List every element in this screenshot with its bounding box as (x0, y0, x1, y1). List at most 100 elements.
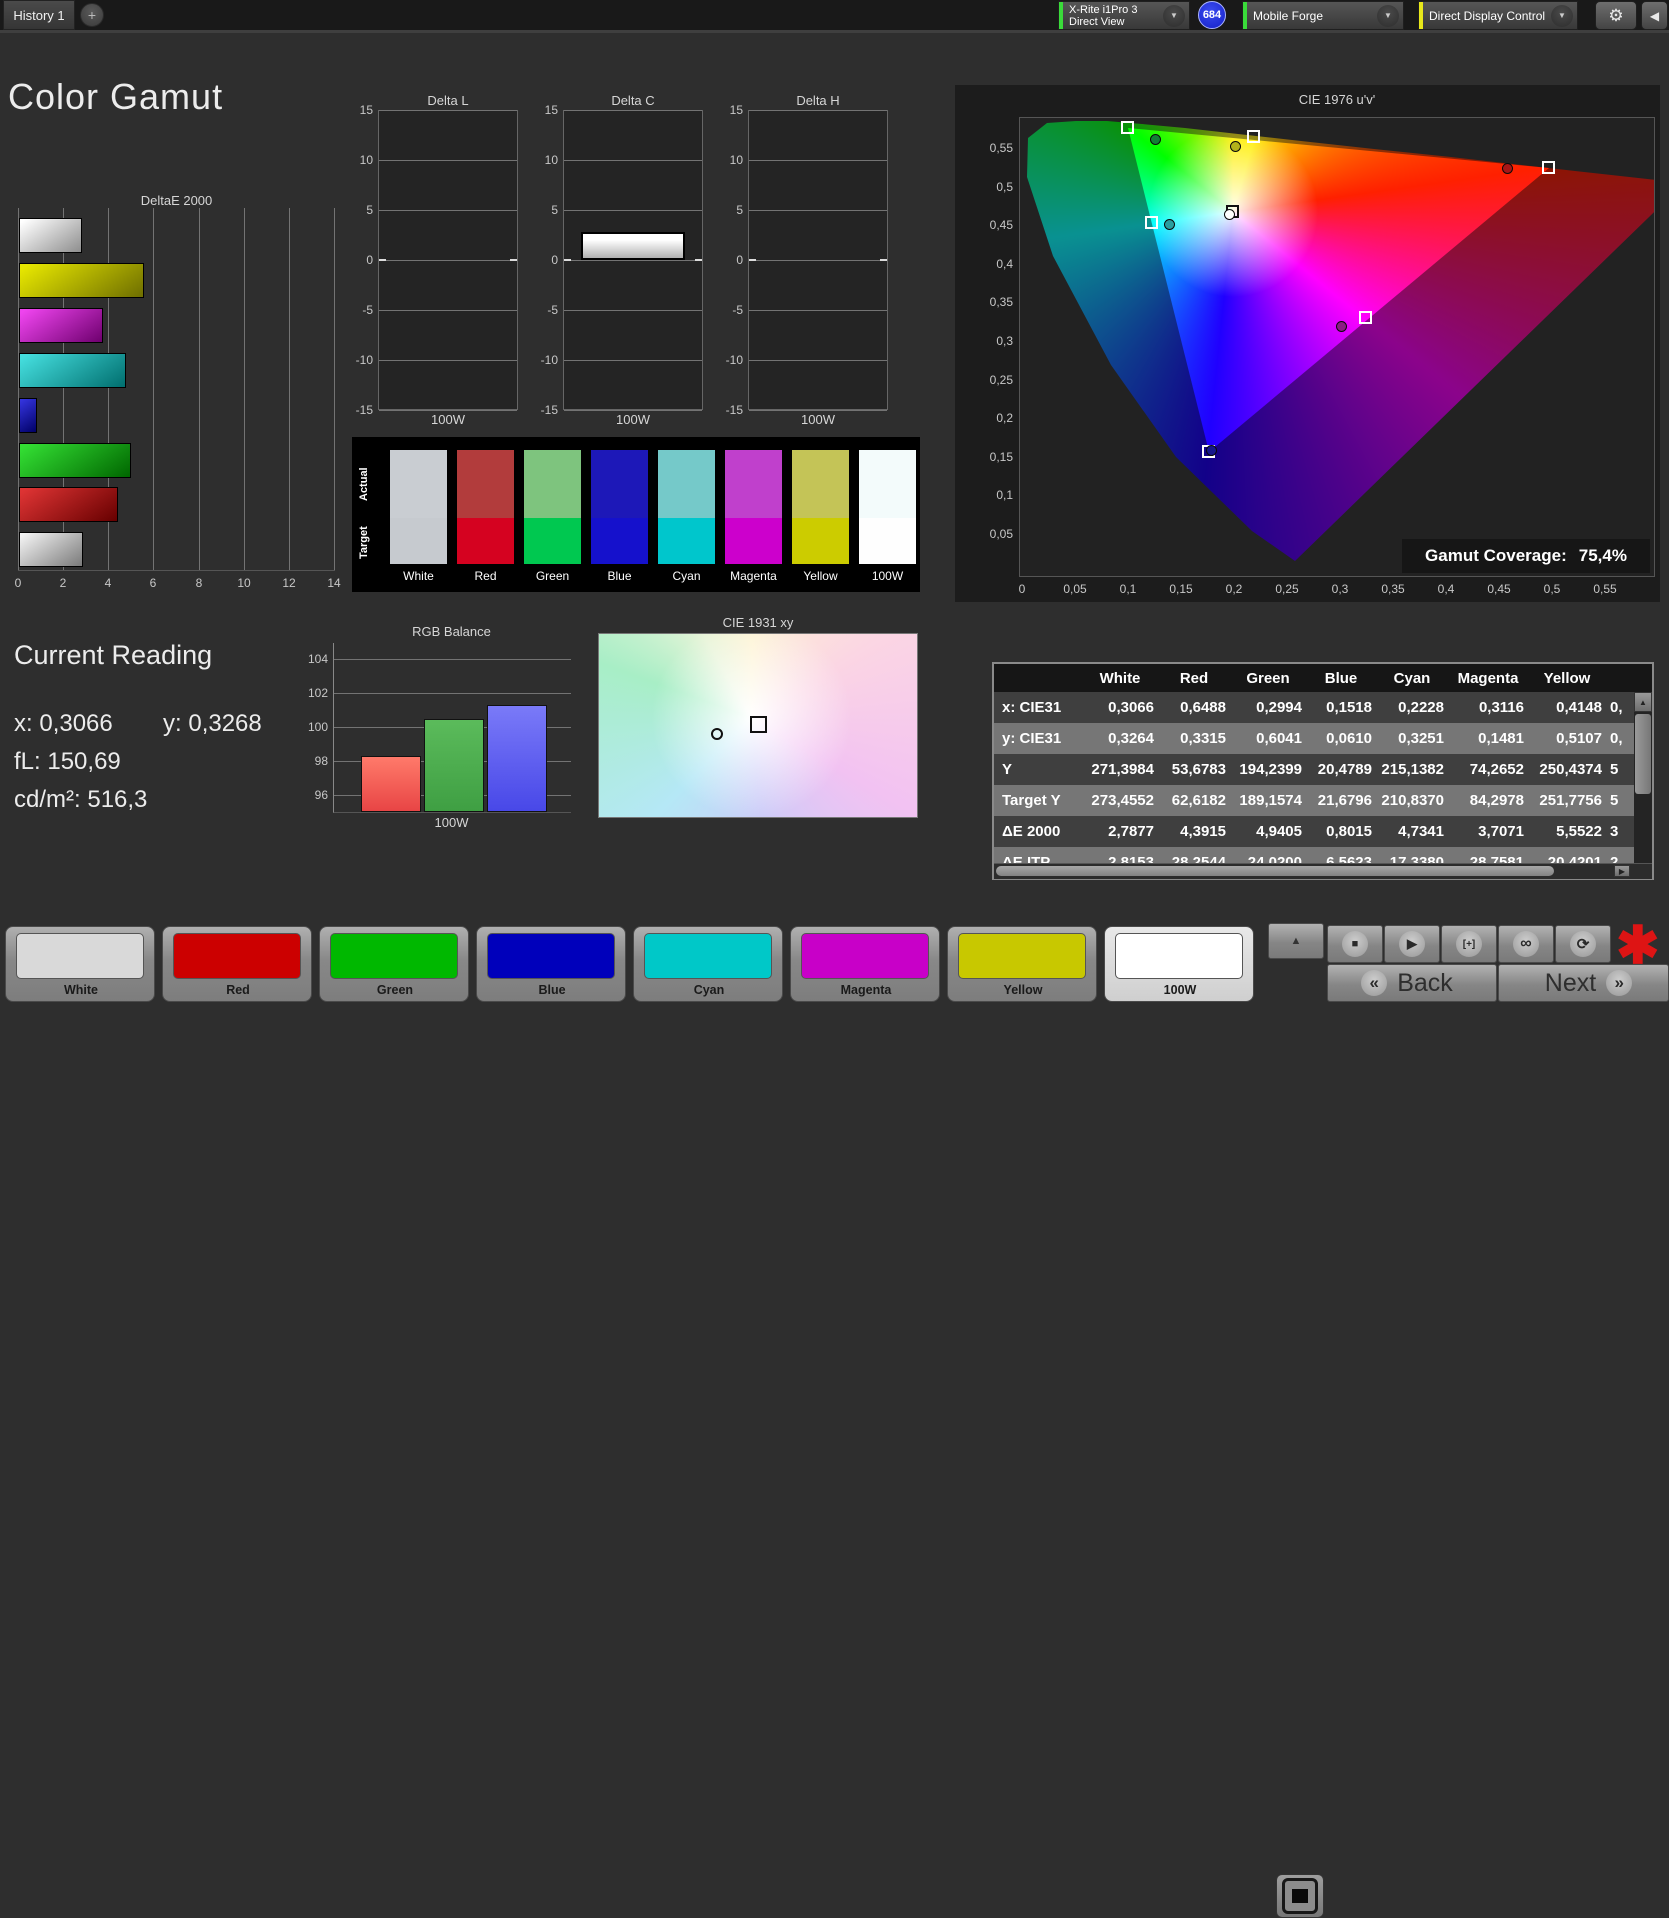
measured-marker-magenta (1336, 321, 1347, 332)
table-cell: 271,3984 (1091, 761, 1154, 778)
pattern-window-button[interactable] (1276, 1874, 1324, 1918)
gridline (334, 693, 571, 694)
pattern-button-green[interactable]: Green (319, 926, 469, 1002)
source-dropdown[interactable]: Mobile Forge ▼ (1242, 1, 1404, 30)
refresh-button[interactable]: ⟳ (1555, 925, 1611, 963)
x-tick-label: 0,55 (1593, 582, 1617, 596)
y-tick-label: 0,2 (996, 411, 1013, 426)
continuous-button[interactable]: ∞ (1498, 925, 1554, 963)
meter-dropdown[interactable]: X-Rite i1Pro 3 Direct View ▼ (1058, 1, 1190, 30)
table-cell: 53,6783 (1171, 761, 1226, 778)
swatch-label: Yellow (803, 569, 838, 583)
rgb-bar-blue (487, 705, 547, 812)
pattern-swatch (16, 933, 144, 979)
y-tick-label: 10 (359, 153, 373, 167)
back-button[interactable]: « Back (1327, 964, 1497, 1002)
display-control-dropdown[interactable]: Direct Display Control ▼ (1418, 1, 1578, 30)
table-row: x: CIE31 0,3066 0,6488 0,2994 0,1518 0,2228 0,… (994, 692, 1652, 723)
pattern-up-button[interactable]: ▲ (1268, 923, 1324, 959)
gridline (153, 208, 154, 570)
x-tick-label: 0,25 (1275, 582, 1299, 596)
actual-target-swatch-panel: Actual Target White Red Green Blue Cyan Magen… (352, 437, 920, 592)
pattern-button-magenta[interactable]: Magenta (790, 926, 940, 1002)
x-tick-label: 12 (282, 576, 296, 590)
y-tick-label: 0,35 (989, 295, 1013, 310)
table-cell-partial: 3 (1610, 823, 1619, 840)
x-tick-label: 14 (327, 576, 341, 590)
y-tick-label: 15 (359, 103, 373, 117)
pattern-button-blue[interactable]: Blue (476, 926, 626, 1002)
actual-swatch-100w (859, 450, 916, 518)
table-cell: 20,4789 (1317, 761, 1372, 778)
target-swatch-blue (591, 518, 648, 564)
pattern-button-red[interactable]: Red (162, 926, 312, 1002)
deltae-bar-white (19, 218, 82, 253)
gridline (379, 210, 517, 211)
column-header-green: Green (1246, 669, 1290, 687)
deltae-bar-green (19, 443, 131, 478)
y-tick-label: -15 (355, 403, 373, 417)
chevron-down-icon: ▼ (1377, 4, 1399, 27)
table-cell: 0,2228 (1398, 699, 1444, 716)
gridline (749, 160, 887, 161)
y-tick-label: 0,1 (996, 488, 1013, 503)
play-button[interactable]: ▶ (1384, 925, 1440, 963)
pattern-button-white[interactable]: White (5, 926, 155, 1002)
rgb-balance-group-label: 100W (434, 815, 469, 830)
gridline (749, 260, 887, 261)
collapse-panel-button[interactable]: ◀ (1641, 1, 1668, 30)
table-cell: 189,1574 (1239, 792, 1302, 809)
stop-button[interactable]: ■ (1327, 925, 1383, 963)
pattern-button-label: Yellow (1003, 983, 1043, 997)
swatch-label: Cyan (672, 569, 701, 583)
scrollbar-thumb[interactable] (996, 866, 1554, 876)
table-cell: 0,6041 (1256, 730, 1302, 747)
scroll-up-arrow[interactable]: ▲ (1634, 692, 1652, 712)
add-tab-button[interactable]: + (80, 3, 104, 27)
step-button[interactable]: [+] (1441, 925, 1497, 963)
table-row: Y 271,3984 53,6783 194,2399 20,4789 215,1382 7… (994, 754, 1652, 785)
table-vertical-scrollbar[interactable]: ▲ (1634, 692, 1652, 863)
actual-swatch-yellow (792, 450, 849, 518)
column-header-magenta: Magenta (1457, 669, 1519, 687)
measured-marker-cyan (1164, 219, 1175, 230)
table-cell: 250,4374 (1539, 761, 1602, 778)
swatch-label: White (403, 569, 434, 583)
play-icon: ▶ (1399, 931, 1425, 957)
settings-button[interactable]: ⚙ (1595, 1, 1637, 30)
table-cell: 273,4552 (1091, 792, 1154, 809)
x-tick-label: 0,35 (1381, 582, 1405, 596)
scrollbar-thumb[interactable] (1635, 714, 1651, 794)
pattern-button-yellow[interactable]: Yellow (947, 926, 1097, 1002)
actual-swatch-blue (591, 450, 648, 518)
pattern-button-100w[interactable]: 100W (1104, 926, 1254, 1002)
deltae-bar-magenta (19, 308, 103, 343)
table-row: Target Y 273,4552 62,6182 189,1574 21,6796 21… (994, 785, 1652, 816)
measured-marker-red (1502, 163, 1513, 174)
pattern-swatch (1115, 933, 1243, 979)
gridline (334, 208, 335, 570)
table-cell: 20,4201 (1547, 854, 1602, 863)
gridline (244, 208, 245, 570)
pattern-button-cyan[interactable]: Cyan (633, 926, 783, 1002)
deltae2000-chart: 0 2 4 6 8 10 12 14 (15, 208, 341, 590)
delta-l-group-label: 100W (431, 412, 465, 427)
y-tick-label: 0,55 (989, 141, 1013, 155)
table-horizontal-scrollbar[interactable]: ▶ (994, 863, 1652, 879)
tab-history-1[interactable]: History 1 (3, 0, 75, 30)
table-cell: 4,9405 (1256, 823, 1302, 840)
y-tick-label: 15 (729, 103, 743, 117)
delta-c-group-label: 100W (616, 412, 650, 427)
delta-l-chart: 15 10 5 0 -5 -10 -15 (356, 103, 518, 417)
gear-icon: ⚙ (1608, 5, 1624, 25)
table-cell: 0,1481 (1478, 730, 1524, 747)
target-swatch-magenta (725, 518, 782, 564)
row-label: x: CIE31 (1002, 699, 1062, 716)
rgb-bar-red (361, 756, 421, 812)
table-cell: 0,3315 (1180, 730, 1226, 747)
target-row-label: Target (358, 526, 370, 560)
table-cell-partial: 0, (1610, 730, 1623, 747)
meter-count-badge[interactable]: 684 (1198, 1, 1226, 29)
cie1931-title: CIE 1931 xy (722, 615, 794, 630)
scroll-right-arrow[interactable]: ▶ (1614, 865, 1630, 877)
